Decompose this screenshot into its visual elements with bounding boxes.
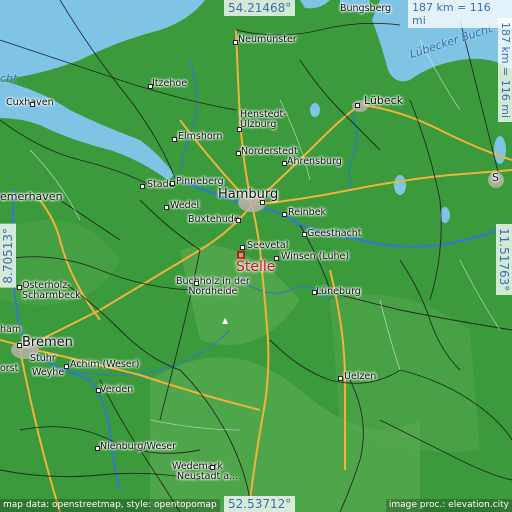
city-dot xyxy=(148,84,153,89)
city-dot xyxy=(194,281,199,286)
city-dot xyxy=(210,465,215,470)
city-dot xyxy=(312,290,317,295)
left-longitude-label: 8.70513° xyxy=(0,224,16,288)
peak-icon: ▲ xyxy=(222,316,229,325)
city-label-winsen: Winsen (Luhe) xyxy=(281,251,350,262)
city-label-uelzen: Uelzen xyxy=(344,371,377,382)
city-dot xyxy=(236,151,241,156)
city-label-hamburg: Hamburg xyxy=(218,187,279,202)
city-dot xyxy=(282,161,287,166)
city-label-elmshorn: Elmshorn xyxy=(178,131,223,142)
city-dot xyxy=(233,40,238,45)
city-dot xyxy=(17,343,22,348)
focus-city-label[interactable]: Stelle xyxy=(236,260,275,274)
city-dot xyxy=(140,184,145,189)
city-dot xyxy=(95,446,100,451)
top-latitude-label: 54.21468° xyxy=(224,0,296,16)
horizontal-scale-label: 187 km = 116 mi xyxy=(408,0,512,28)
city-label-ham: ham xyxy=(0,324,22,335)
right-longitude-label: 11.51763° xyxy=(496,224,512,296)
city-label-pinneberg: Pinneberg xyxy=(176,176,224,187)
city-label-stuhr: Stuhr xyxy=(30,353,56,364)
city-label-osterholz-scharmbeck: Osterholz- Scharmbeck xyxy=(22,280,81,301)
city-label-delmenhorst: orst xyxy=(0,363,19,374)
city-label-seevetal: Seevetal xyxy=(247,240,289,251)
map[interactable]: Stelle Hamburg Bremen Lübeck emerhaven C… xyxy=(0,0,512,512)
city-dot xyxy=(236,218,241,223)
city-label-buchholz: Buchholz in der Nordheide xyxy=(176,276,250,297)
city-dot xyxy=(170,181,175,186)
water-label-bucht: cht xyxy=(0,72,18,85)
city-label-schwerin: S xyxy=(492,171,499,184)
location-marker-icon[interactable] xyxy=(237,251,245,259)
vertical-scale-label: 187 km = 116 mi xyxy=(498,18,512,123)
map-background xyxy=(0,0,512,512)
city-label-reinbek: Reinbek xyxy=(288,207,327,218)
city-label-henstedt-ulzburg: Henstedt- Ulzburg xyxy=(240,109,287,130)
city-dot xyxy=(260,200,265,205)
city-label-itzehoe: Itzehoe xyxy=(152,78,188,89)
city-label-geesthacht: Geesthacht xyxy=(307,228,362,239)
city-label-achim: Achim (Weser) xyxy=(70,359,140,370)
city-dot xyxy=(96,388,101,393)
map-credit-right: image proc.: elevation.city xyxy=(385,499,512,512)
city-dot xyxy=(240,245,245,250)
map-credit-left: map data: openstreetmap, style: opentopo… xyxy=(0,499,220,512)
city-label-luneburg: Lüneburg xyxy=(316,286,361,297)
city-label-lubeck: Lübeck xyxy=(364,94,404,107)
city-label-ahrensburg: Ahrensburg xyxy=(287,156,342,167)
city-label-bremerhaven: emerhaven xyxy=(0,190,63,203)
city-label-verden: Verden xyxy=(100,384,134,395)
city-dot xyxy=(282,212,287,217)
city-dot xyxy=(274,256,279,261)
city-dot xyxy=(164,205,169,210)
city-label-bremen: Bremen xyxy=(22,335,73,350)
city-dot xyxy=(355,103,360,108)
city-dot xyxy=(64,364,69,369)
bottom-latitude-label: 52.53712° xyxy=(224,496,296,512)
city-label-neustadt: Neustadt a... xyxy=(177,471,239,482)
city-dot xyxy=(17,285,22,290)
city-label-wedel: Wedel xyxy=(170,200,200,211)
city-label-nienburg: Nienburg/Weser xyxy=(100,441,177,452)
city-label-neumunster: Neumünster xyxy=(238,34,297,45)
city-label-bungsberg: Bungsberg xyxy=(340,3,392,14)
city-label-buxtehude: Buxtehude xyxy=(188,214,240,225)
city-dot xyxy=(302,232,307,237)
city-dot xyxy=(30,102,35,107)
city-label-weyhe: Weyhe xyxy=(32,367,65,378)
city-dot xyxy=(237,127,242,132)
city-dot xyxy=(172,137,177,142)
city-dot xyxy=(338,376,343,381)
